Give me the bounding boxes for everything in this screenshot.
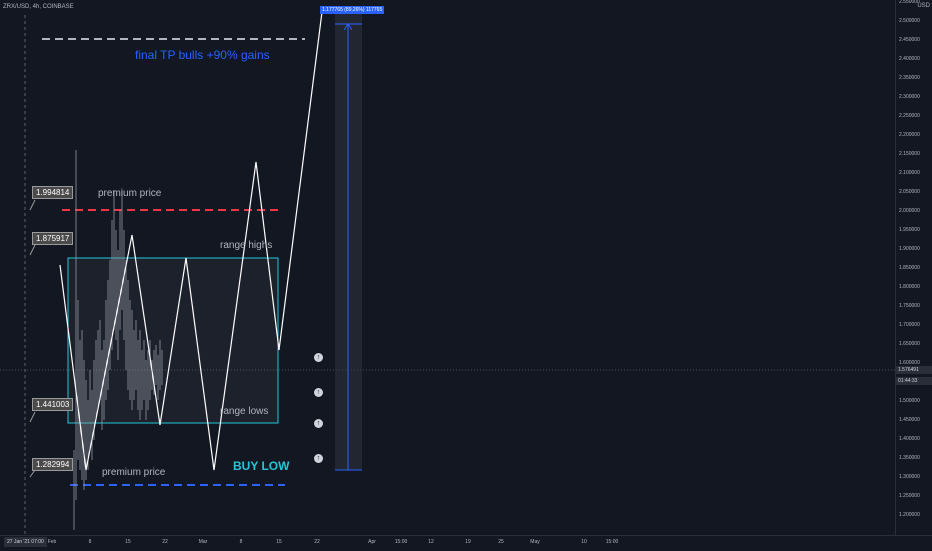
price-callout[interactable]: 1.441003 [32,398,74,411]
price-callout[interactable]: 1.282994 [32,458,74,471]
buy-low-text[interactable]: BUY LOW [233,459,289,473]
time-tick: 8 [239,539,243,545]
price-tick: 2.000000 [899,208,920,214]
chart-pane[interactable]: ZRX/USD, 4h, COINBASE final TP bulls +90… [0,0,895,535]
range-lows-text[interactable]: range lows [220,406,268,417]
price-tick: 2.300000 [899,94,920,100]
price-tick: 2.150000 [899,151,920,157]
time-tick: 12 [428,539,434,545]
time-tick: 15 [276,539,282,545]
time-tick: Apr [368,539,376,545]
time-tick: 15:00 [605,539,619,545]
range-highs-text[interactable]: range highs [220,240,272,251]
time-axis[interactable]: 27 Jan '21 07:00 Feb 8 15 22 Mar 8 15 22 Apr 15:0… [0,535,932,551]
price-tick: 1.650000 [899,341,920,347]
time-tick: 10 [581,539,587,545]
tp-measure-label[interactable]: 1.177765 (89.26%) 117765 [320,6,385,14]
price-tick: 1.950000 [899,227,920,233]
callout-pointer [29,199,36,211]
price-axis[interactable]: USD 2.550000 2.500000 2.450000 2.400000 2.35… [895,0,932,535]
chart-canvas[interactable] [0,0,895,535]
time-tick: 15:00 [394,539,408,545]
price-tick: 1.200000 [899,512,920,518]
price-tick: 1.850000 [899,265,920,271]
premium-top-text[interactable]: premium price [98,188,161,199]
time-tick: 22 [314,539,320,545]
price-tick: 1.750000 [899,303,920,309]
price-tick: 2.450000 [899,37,920,43]
time-tick: 8 [88,539,92,545]
price-tick: 1.900000 [899,246,920,252]
arrow-up-circle-icon[interactable]: ↑ [314,419,323,428]
price-callout[interactable]: 1.994814 [32,186,74,199]
symbol-label[interactable]: ZRX/USD, 4h, COINBASE [3,4,74,10]
arrow-up-circle-icon[interactable]: ↑ [314,353,323,362]
price-tick: 1.800000 [899,284,920,290]
price-tick: 1.700000 [899,322,920,328]
time-start-tag: 27 Jan '21 07:00 [4,537,47,547]
price-tick: 2.050000 [899,189,920,195]
countdown-tag: 01:44:33 [896,377,932,385]
price-tick: 1.350000 [899,455,920,461]
arrow-up-circle-icon[interactable]: ↑ [314,454,323,463]
time-tick: Mar [198,539,208,545]
time-tick: 19 [465,539,471,545]
current-price-tag: 1.576491 [896,366,932,374]
final-tp-text[interactable]: final TP bulls +90% gains [135,48,270,62]
callout-pointer [29,244,36,256]
price-tick: 1.400000 [899,436,920,442]
price-tick: 2.100000 [899,170,920,176]
price-tick: 1.500000 [899,398,920,404]
time-tick: May [530,539,540,545]
price-tick: 1.450000 [899,417,920,423]
price-tick: 2.350000 [899,75,920,81]
time-tick: 25 [498,539,504,545]
arrow-up-circle-icon[interactable]: ↑ [314,388,323,397]
callout-pointer [29,411,36,423]
callout-pointer [29,469,36,478]
time-tick: Feb [47,539,57,545]
price-tick: 2.550000 [899,0,920,5]
price-tick: 2.250000 [899,113,920,119]
price-tick: 1.250000 [899,493,920,499]
time-tick: 15 [125,539,131,545]
price-tick: 2.200000 [899,132,920,138]
time-tick: 22 [162,539,168,545]
price-callout[interactable]: 1.875917 [32,232,74,245]
premium-bottom-text[interactable]: premium price [102,467,165,478]
price-tick: 1.300000 [899,474,920,480]
price-tick: 2.500000 [899,18,920,24]
price-tick: 2.400000 [899,56,920,62]
